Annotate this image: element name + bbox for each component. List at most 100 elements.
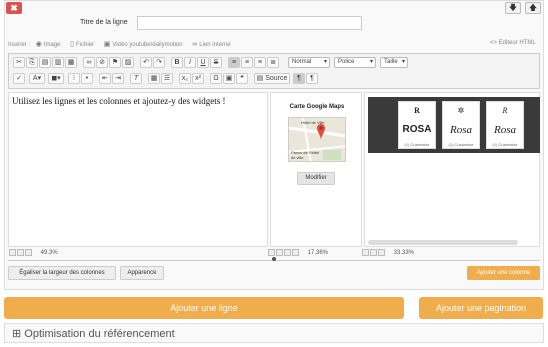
logo-card-3: R Rosa (1) Customise bbox=[486, 101, 524, 149]
column-1-width-control: 49.3% bbox=[9, 249, 58, 259]
clear-format-icon[interactable]: T bbox=[130, 73, 142, 84]
hr-icon[interactable]: ☰ bbox=[161, 73, 173, 84]
bg-color-icon[interactable]: ◼▾ bbox=[48, 73, 64, 84]
text-color-icon[interactable]: A▾ bbox=[29, 73, 45, 84]
add-column-button[interactable]: Ajouter une colonne bbox=[467, 266, 540, 280]
logo-card-2: ✲ Rosa (1) Customise bbox=[442, 101, 480, 149]
undo-icon[interactable]: ↶ bbox=[140, 57, 152, 68]
column-3-width-control: 33.33% bbox=[362, 249, 414, 259]
camera-icon: ◉ bbox=[35, 41, 42, 48]
column-1[interactable] bbox=[8, 92, 268, 247]
superscript-icon[interactable]: x² bbox=[192, 73, 204, 84]
column-1-text: Utilisez les lignes et les colonnes et a… bbox=[12, 96, 226, 106]
underline-icon[interactable]: U bbox=[197, 57, 209, 68]
cut-icon[interactable]: ✂ bbox=[13, 57, 25, 68]
column-2-width-control: 17.36% bbox=[268, 249, 328, 259]
file-icon: ▯ bbox=[70, 41, 75, 48]
appearance-button[interactable]: Apparence bbox=[120, 266, 164, 280]
align-justify-icon[interactable]: ≣ bbox=[267, 57, 279, 68]
grow-icon[interactable] bbox=[276, 249, 283, 256]
column-1-width: 49.3% bbox=[40, 250, 58, 257]
insert-link-link[interactable]: ∞ Lien interne bbox=[192, 41, 234, 48]
grow-icon[interactable] bbox=[370, 249, 377, 256]
delete-row-button[interactable]: ✖ bbox=[6, 2, 22, 14]
special-char-icon[interactable]: Ω bbox=[210, 73, 222, 84]
ltr-icon[interactable]: ¶ bbox=[293, 73, 305, 84]
outdent-icon[interactable]: ⇤ bbox=[99, 73, 111, 84]
insert-image-link[interactable]: ◉ Image bbox=[35, 41, 65, 48]
link-icon: ∞ bbox=[192, 41, 198, 48]
numbered-list-icon[interactable]: ⁝ bbox=[68, 73, 80, 84]
html-editor-link[interactable]: <> Editeur HTML bbox=[490, 40, 536, 46]
insert-file-link[interactable]: ▯ Fichier bbox=[70, 41, 98, 48]
logo-foot-3: (1) Customise bbox=[492, 142, 518, 147]
column-3-width: 33.33% bbox=[393, 250, 415, 257]
unlink-icon[interactable]: ⊘ bbox=[96, 57, 108, 68]
seo-section-label: Optimisation du référencement bbox=[24, 328, 175, 340]
source-label: Source bbox=[265, 75, 288, 82]
source-button[interactable]: ▤ Source bbox=[254, 73, 290, 84]
logo-name-3: Rosa bbox=[494, 124, 516, 136]
modify-map-button[interactable]: Modifier bbox=[297, 172, 335, 185]
subscript-icon[interactable]: x₂ bbox=[179, 73, 191, 84]
shrink-icon[interactable] bbox=[362, 249, 369, 256]
insert-bar: Insérer : ◉ Image ▯ Fichier ▣ Vidéo youtube… bbox=[8, 40, 239, 48]
gallery-image: R ROSA (1) Customise ✲ Rosa (1) Customis… bbox=[368, 97, 540, 153]
bullet-list-icon[interactable]: • bbox=[81, 73, 93, 84]
film-icon: ▣ bbox=[103, 41, 111, 48]
column-2[interactable] bbox=[270, 92, 362, 247]
source-icon: ▤ bbox=[256, 75, 264, 82]
blockquote-icon[interactable]: ❝ bbox=[236, 73, 248, 84]
italic-icon[interactable]: I bbox=[184, 57, 196, 68]
move-col-icon[interactable] bbox=[292, 249, 299, 256]
horizontal-scrollbar[interactable] bbox=[368, 240, 518, 245]
bold-icon[interactable]: B bbox=[171, 57, 183, 68]
format-select[interactable]: Normal bbox=[288, 57, 330, 68]
shrink-icon[interactable] bbox=[9, 249, 16, 256]
anchor-icon[interactable]: ⚑ bbox=[109, 57, 121, 68]
copy-icon[interactable]: ⎘ bbox=[26, 57, 38, 68]
indent-icon[interactable]: ⇥ bbox=[112, 73, 124, 84]
iframe-icon[interactable]: ▣ bbox=[223, 73, 235, 84]
paste-text-icon[interactable]: ▥ bbox=[52, 57, 64, 68]
link-icon[interactable]: ∞ bbox=[83, 57, 95, 68]
insert-video-link[interactable]: ▣ Vidéo youtube/dailymotion bbox=[103, 41, 187, 48]
map-widget-title: Carte Google Maps bbox=[289, 104, 345, 110]
expand-icon: ⊞ bbox=[12, 328, 22, 340]
row-title-label: Titre de la ligne bbox=[80, 19, 128, 26]
equalize-columns-button[interactable]: Égaliser la largeur des colonnes bbox=[8, 266, 116, 280]
map-label-1: Hôtel de Ville bbox=[301, 120, 325, 125]
logo-name-2: Rosa bbox=[450, 124, 472, 136]
row-title-input[interactable] bbox=[137, 16, 362, 30]
logo-foot-2: (1) Customise bbox=[448, 142, 474, 147]
size-select[interactable]: Taille bbox=[380, 57, 408, 68]
logo-mark-3: R bbox=[502, 106, 508, 115]
delete-col-icon[interactable] bbox=[25, 249, 32, 256]
align-right-icon[interactable]: ≡ bbox=[254, 57, 266, 68]
logo-mark-2: ✲ bbox=[457, 106, 465, 115]
spellcheck-icon[interactable]: ✓ bbox=[13, 73, 25, 84]
editor-toolbar: ✂ ⎘ ▤ ▥ ▦ ∞ ⊘ ⚑ ▨ ↶ ↷ B I U S ≡ ≡ ≡ ≣ No… bbox=[8, 53, 540, 89]
add-row-button[interactable]: Ajouter une ligne bbox=[4, 297, 404, 319]
table-icon[interactable]: ▦ bbox=[148, 73, 160, 84]
font-select[interactable]: Police bbox=[334, 57, 376, 68]
redo-icon[interactable]: ↷ bbox=[153, 57, 165, 68]
paste-icon[interactable]: ▤ bbox=[39, 57, 51, 68]
add-pagination-button[interactable]: Ajouter une pagination bbox=[419, 297, 543, 319]
move-up-button[interactable]: 🡅 bbox=[525, 2, 541, 14]
column-resize-handle[interactable] bbox=[272, 257, 276, 261]
shrink-icon[interactable] bbox=[268, 249, 275, 256]
move-down-button[interactable]: 🡇 bbox=[505, 2, 521, 14]
align-left-icon[interactable]: ≡ bbox=[228, 57, 240, 68]
align-center-icon[interactable]: ≡ bbox=[241, 57, 253, 68]
paste-word-icon[interactable]: ▦ bbox=[65, 57, 77, 68]
image-icon[interactable]: ▨ bbox=[122, 57, 134, 68]
insert-label: Insérer : bbox=[8, 42, 31, 48]
rtl-icon[interactable]: ¶ bbox=[306, 73, 318, 84]
strike-icon[interactable]: S bbox=[210, 57, 222, 68]
seo-section-header[interactable]: ⊞ Optimisation du référencement bbox=[12, 327, 175, 340]
delete-col-icon[interactable] bbox=[378, 249, 385, 256]
grow-icon[interactable] bbox=[17, 249, 24, 256]
map-label-2: Parvis de l'hôtel de ville bbox=[291, 150, 320, 160]
delete-col-icon[interactable] bbox=[284, 249, 291, 256]
